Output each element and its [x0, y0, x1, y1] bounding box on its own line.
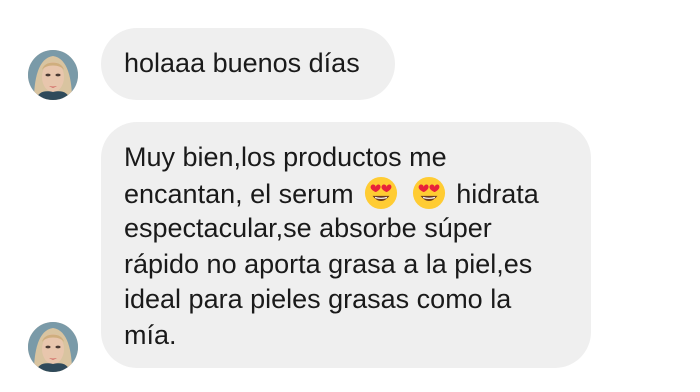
message-text-segment: hidrata [456, 178, 539, 209]
message-line: espectacular,se absorbe súper [124, 213, 492, 243]
message-line: ideal para pieles grasas como la [124, 284, 512, 314]
heart-eyes-emoji-icon [365, 176, 398, 209]
avatar-portrait-icon [28, 50, 78, 100]
avatar-portrait-icon [28, 322, 78, 372]
message-line: mía. [124, 319, 177, 350]
message-text: holaaa buenos días [124, 48, 360, 78]
message-line: encantan, el serum hidrata [124, 176, 571, 212]
chat-thread: holaaa buenos días Muy bien,los producto… [0, 0, 700, 392]
message-bubble[interactable]: Muy bien,los productos me encantan, el s… [101, 122, 591, 368]
avatar[interactable] [28, 50, 78, 100]
message-bubble[interactable]: holaaa buenos días [101, 28, 395, 100]
avatar[interactable] [28, 322, 78, 372]
message-line: Muy bien,los productos me [124, 142, 447, 172]
message-text-segment: encantan, el serum [124, 178, 354, 209]
heart-eyes-emoji-icon [412, 176, 445, 209]
message-line: rápido no aporta grasa a la piel,es [124, 248, 533, 279]
